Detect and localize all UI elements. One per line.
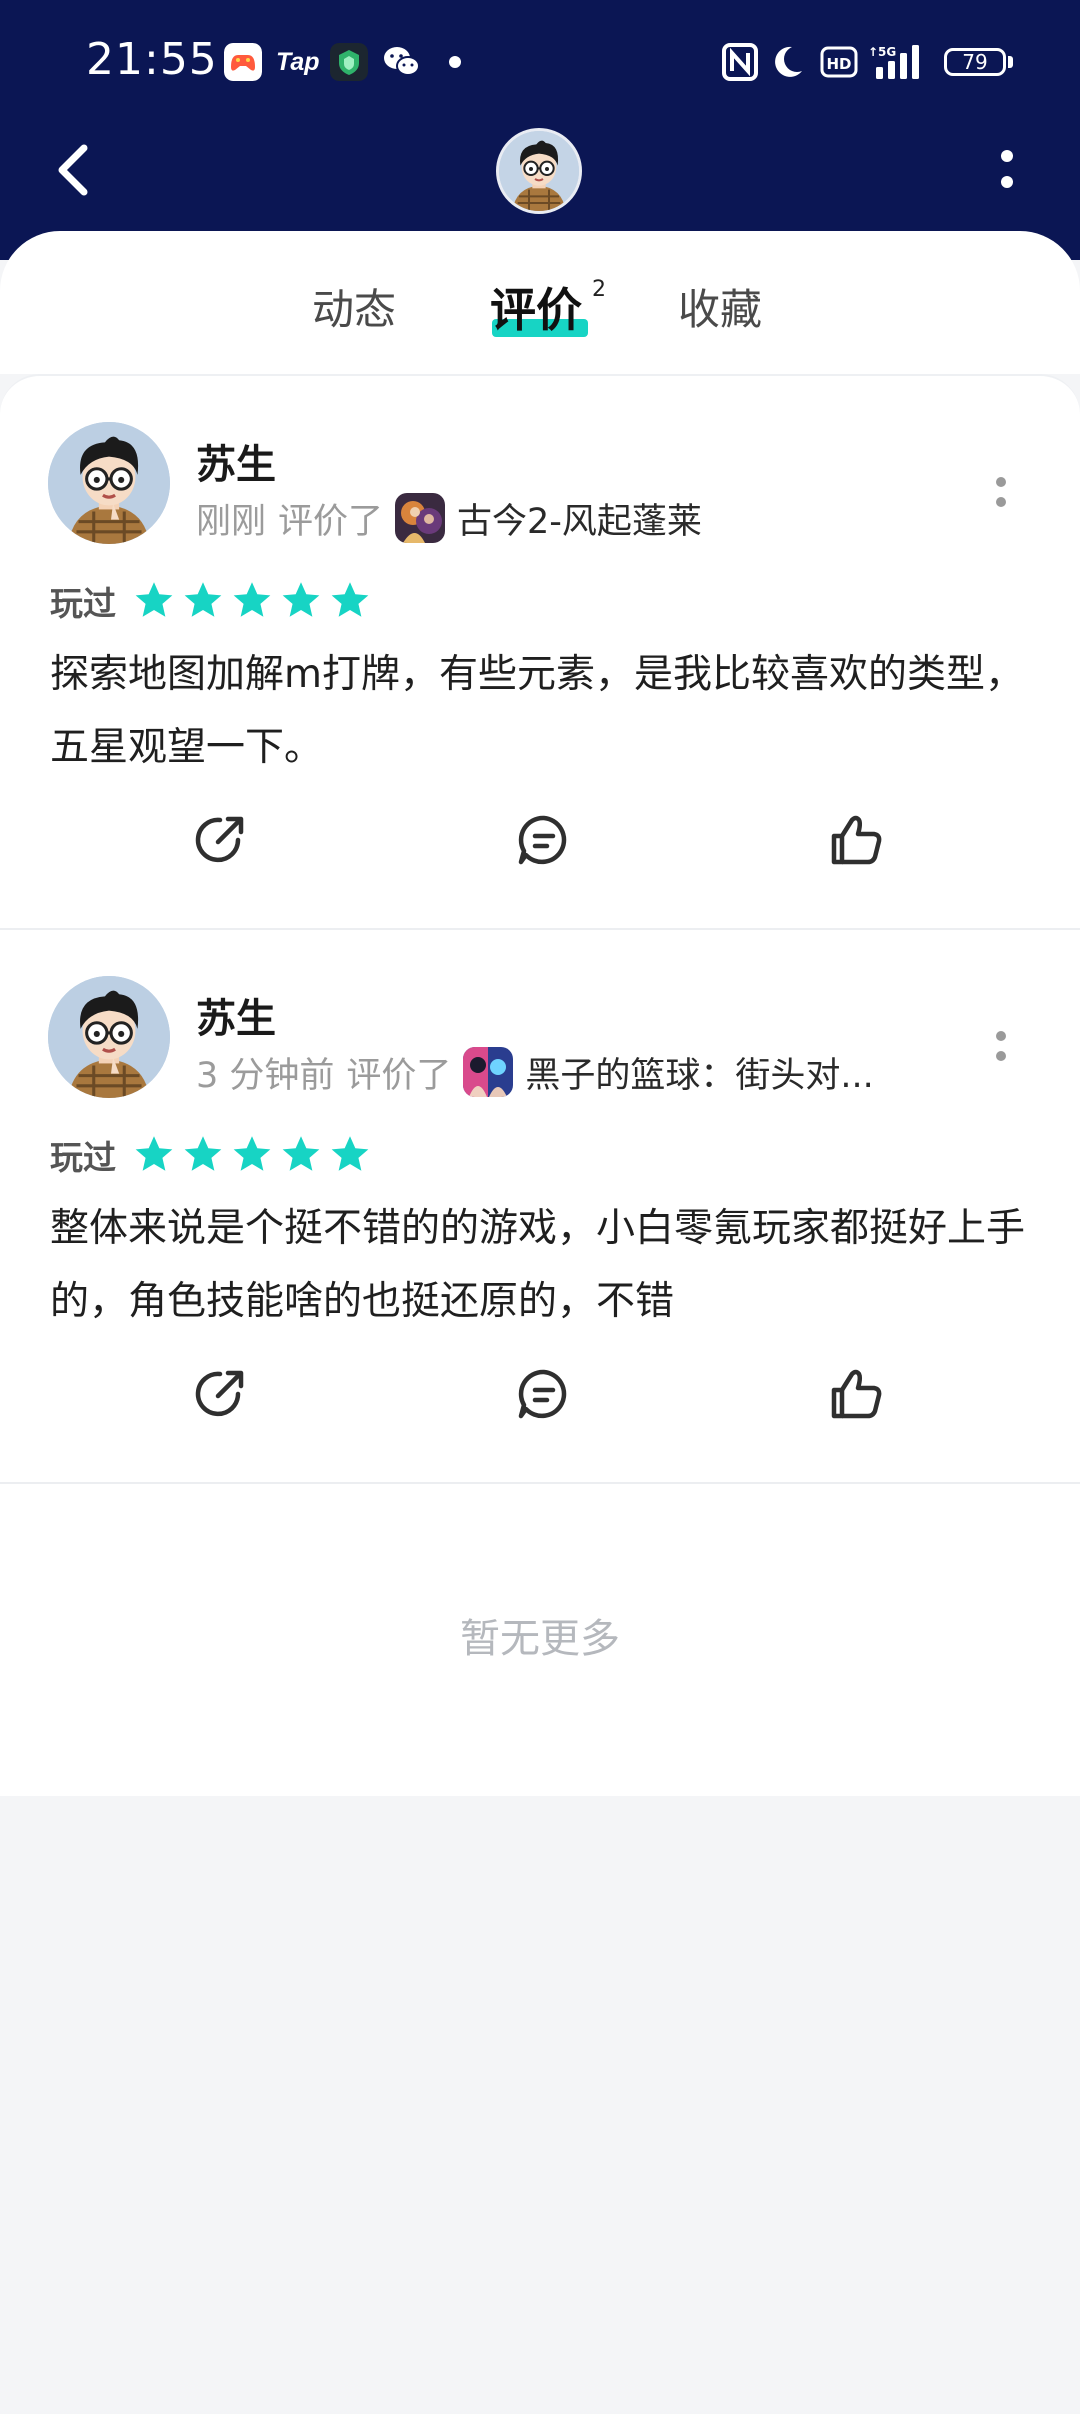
review-actions <box>0 1348 1080 1438</box>
no-more-text: 暂无更多 <box>460 1616 620 1662</box>
vertical-dots-icon <box>1001 150 1013 188</box>
vertical-dots-icon <box>996 1031 1006 1061</box>
star-icon <box>282 1136 320 1171</box>
comment-icon <box>518 1369 567 1419</box>
battery-icon: 79 <box>944 48 1006 76</box>
review-action: 评价了 <box>278 501 384 542</box>
review-actions <box>0 794 1080 884</box>
user-name[interactable]: 苏生 <box>196 986 276 1044</box>
review-more-button[interactable] <box>986 1018 1016 1078</box>
star-rating <box>132 1133 377 1177</box>
svg-text:↑5G: ↑5G <box>868 45 896 59</box>
header-avatar[interactable] <box>496 128 582 214</box>
taptap-icon: Tap <box>276 47 320 76</box>
review-feed: 苏生 刚刚 评价了 古今2-风起蓬莱 玩过 探索地图加解m打牌，有些元素，是我比… <box>0 374 1080 1796</box>
star-icon <box>135 582 173 617</box>
review-time: 3 分钟前 <box>196 1055 335 1096</box>
review-meta: 3 分钟前 评价了 黑子的篮球：街头对... <box>196 1046 874 1098</box>
battery-tip <box>1008 56 1013 68</box>
status-bar: 21:55 Tap HD ↑5G 79 <box>0 0 1080 130</box>
profile-tabs: 动态 评价 2 收藏 <box>0 275 1080 345</box>
review-card: 苏生 3 分钟前 评价了 黑子的篮球：街头对... 玩过 整体来说是个挺不错的的… <box>0 930 1080 1484</box>
review-text[interactable]: 整体来说是个挺不错的的游戏，小白零氪玩家都挺好上手的，角色技能啥的也挺还原的，不… <box>50 1192 1040 1338</box>
avatar[interactable] <box>48 422 170 544</box>
top-header: 21:55 Tap HD ↑5G 79 <box>0 0 1080 260</box>
game-name[interactable]: 黑子的篮球：街头对... <box>525 1047 873 1098</box>
avatar-illustration <box>499 131 579 211</box>
star-icon <box>184 1136 222 1171</box>
avatar[interactable] <box>48 976 170 1098</box>
star-icon <box>282 582 320 617</box>
nfc-icon <box>722 43 758 81</box>
star-icon <box>233 582 271 617</box>
star-icon <box>331 1136 369 1171</box>
review-text[interactable]: 探索地图加解m打牌，有些元素，是我比较喜欢的类型，五星观望一下。 <box>50 638 1040 784</box>
avatar-illustration <box>48 976 170 1098</box>
like-button[interactable] <box>824 808 888 872</box>
tab-activity[interactable]: 动态 <box>312 275 396 345</box>
game-name[interactable]: 古今2-风起蓬莱 <box>457 493 702 544</box>
star-icon <box>331 582 369 617</box>
comment-button[interactable] <box>512 808 576 872</box>
more-options-button[interactable] <box>982 142 1032 198</box>
tab-reviews-count: 2 <box>592 277 606 302</box>
chevron-left-icon <box>58 144 88 196</box>
game-center-icon <box>224 43 262 81</box>
tab-reviews-label: 评价 <box>490 283 582 337</box>
status-time: 21:55 <box>86 34 218 85</box>
star-icon <box>184 582 222 617</box>
review-meta: 刚刚 评价了 古今2-风起蓬莱 <box>196 492 702 544</box>
tab-favorites[interactable]: 收藏 <box>678 275 762 345</box>
avatar-illustration <box>48 422 170 544</box>
star-icon <box>233 1136 271 1171</box>
share-button[interactable] <box>188 808 252 872</box>
5g-signal-icon: ↑5G <box>866 43 932 81</box>
svg-text:HD: HD <box>826 55 851 73</box>
review-more-button[interactable] <box>986 464 1016 524</box>
profile-nav-bar <box>0 120 1080 220</box>
tab-reviews[interactable]: 评价 <box>490 275 582 345</box>
battery-level: 79 <box>962 50 988 74</box>
review-action: 评价了 <box>346 1055 452 1096</box>
do-not-disturb-moon-icon <box>770 43 806 81</box>
share-icon <box>195 1370 244 1417</box>
played-label: 玩过 <box>50 1138 116 1177</box>
star-rating <box>132 579 377 623</box>
played-label: 玩过 <box>50 584 116 623</box>
rating-row: 玩过 <box>50 1130 377 1180</box>
user-name[interactable]: 苏生 <box>196 432 276 490</box>
security-app-icon <box>330 43 368 81</box>
vertical-dots-icon <box>996 477 1006 507</box>
game-icon[interactable] <box>395 493 446 543</box>
thumbs-up-icon <box>831 815 882 865</box>
wechat-icon <box>382 43 422 81</box>
review-time: 刚刚 <box>196 501 267 542</box>
hd-icon: HD <box>820 43 858 81</box>
thumbs-up-icon <box>831 1369 882 1419</box>
star-icon <box>135 1136 173 1171</box>
like-button[interactable] <box>824 1362 888 1426</box>
game-cover-icon <box>463 1047 514 1097</box>
back-button[interactable] <box>46 138 106 202</box>
comment-icon <box>518 815 567 865</box>
comment-button[interactable] <box>512 1362 576 1426</box>
game-icon[interactable] <box>463 1047 514 1097</box>
rating-row: 玩过 <box>50 576 377 626</box>
review-card: 苏生 刚刚 评价了 古今2-风起蓬莱 玩过 探索地图加解m打牌，有些元素，是我比… <box>0 376 1080 930</box>
game-cover-icon <box>395 493 446 543</box>
share-icon <box>195 816 244 863</box>
share-button[interactable] <box>188 1362 252 1426</box>
notification-dot-icon <box>449 43 461 81</box>
